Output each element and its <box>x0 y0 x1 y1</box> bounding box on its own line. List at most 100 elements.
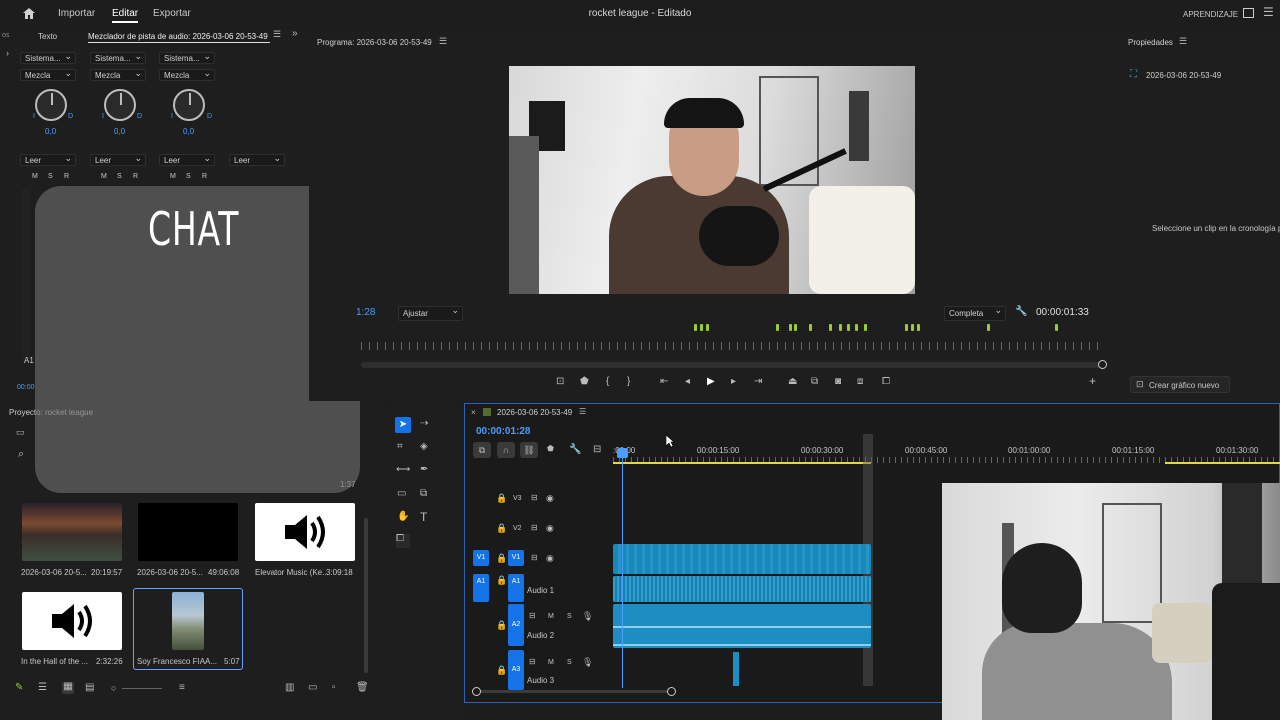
sync-lock-icon[interactable]: ⊟ <box>531 554 538 562</box>
sync-lock-icon[interactable]: ⊟ <box>529 612 536 620</box>
wrench-icon[interactable]: 🔧 <box>569 445 581 455</box>
clip-a3[interactable] <box>733 652 739 686</box>
panel-menu-icon[interactable]: ☰ <box>439 37 447 46</box>
automate-icon[interactable]: ▥ <box>285 683 294 693</box>
clip-v1[interactable] <box>613 544 871 574</box>
record-button-1[interactable]: R <box>64 173 69 180</box>
ripple-edit-icon[interactable]: ⌗ <box>397 442 403 452</box>
lock-icon[interactable]: 🔒 <box>496 494 507 503</box>
sort-icon[interactable]: ≡ <box>179 683 185 693</box>
project-item-thumbnail-3[interactable] <box>255 503 355 561</box>
project-item-thumbnail-1[interactable] <box>22 503 122 561</box>
compare-icon[interactable]: ⧈ <box>857 377 863 387</box>
panel-menu-icon[interactable]: ☰ <box>1179 37 1187 46</box>
linked-selection-icon[interactable]: ⛓ <box>520 442 538 458</box>
auto-reframe-icon[interactable]: ⧠ <box>396 534 410 548</box>
chevron-right-double-icon[interactable]: » <box>292 29 298 39</box>
lock-icon[interactable]: 🔒 <box>496 554 507 563</box>
sistema-dropdown-2[interactable]: Sistema... <box>90 52 146 64</box>
multicam-icon[interactable]: ⧠ <box>882 377 890 387</box>
menu-importar[interactable]: Importar <box>58 8 95 19</box>
lock-icon[interactable]: 🔒 <box>496 666 507 675</box>
program-ruler[interactable] <box>361 342 1105 350</box>
home-icon[interactable] <box>22 7 36 20</box>
mezcla-dropdown-3[interactable]: Mezcla <box>159 69 215 81</box>
play-icon[interactable]: ▶ <box>707 377 715 387</box>
mezcla-dropdown-2[interactable]: Mezcla <box>90 69 146 81</box>
mute-button-1[interactable]: M <box>32 173 38 180</box>
mute-track-a3[interactable]: M <box>548 659 554 666</box>
program-title[interactable]: Programa: 2026-03-06 20-53-49 <box>317 38 432 47</box>
lock-icon[interactable]: 🔒 <box>496 524 507 533</box>
program-zoom-bar[interactable] <box>361 362 1101 368</box>
sistema-dropdown-3[interactable]: Sistema... <box>159 52 215 64</box>
track-a3-label[interactable]: A3 <box>508 650 524 690</box>
solo-button-1[interactable]: S <box>48 173 53 180</box>
pencil-icon[interactable]: ✎ <box>15 683 23 693</box>
source-patch-v1[interactable]: V1 <box>473 550 489 566</box>
properties-title[interactable]: Propiedades <box>1128 38 1173 47</box>
pan-value-2[interactable]: 0,0 <box>114 127 125 136</box>
track-a2-label[interactable]: A2 <box>508 604 524 646</box>
project-scrollbar[interactable] <box>364 518 368 673</box>
camera-icon[interactable]: ◙ <box>835 377 841 387</box>
list-view-icon[interactable]: ☰ <box>38 683 47 693</box>
marker-icon[interactable]: ⬟ <box>580 377 589 387</box>
ajustar-dropdown[interactable]: Ajustar <box>398 306 463 321</box>
selection-tool-icon[interactable]: ➤ <box>395 417 411 433</box>
sync-lock-icon[interactable]: ⊟ <box>531 524 538 532</box>
slip-tool-icon[interactable]: ⟷ <box>396 465 410 475</box>
icon-view-icon[interactable]: ▦ <box>62 682 74 694</box>
zoom-slider-handle[interactable]: ○ <box>111 684 116 693</box>
source-patch-a1[interactable]: A1 <box>473 574 489 602</box>
rectangle-tool-icon[interactable]: ▭ <box>397 489 406 499</box>
tab-audio-mixer[interactable]: Mezclador de pista de audio: 2026-03-06 … <box>88 32 268 41</box>
menu-editar[interactable]: Editar <box>112 8 139 23</box>
add-button-icon[interactable]: + <box>1089 375 1096 387</box>
project-item-thumbnail-5[interactable] <box>172 592 204 650</box>
mark-out-icon[interactable]: } <box>627 377 630 387</box>
timeline-timecode[interactable]: 00:00:01:28 <box>476 426 530 437</box>
zoom-slider[interactable] <box>122 688 162 689</box>
close-icon[interactable]: × <box>471 409 476 417</box>
leer-dropdown-2[interactable]: Leer <box>90 154 146 166</box>
menu-exportar[interactable]: Exportar <box>153 8 191 19</box>
learn-button[interactable]: APRENDIZAJE <box>1183 10 1238 19</box>
add-marker-icon[interactable]: ⬟ <box>547 445 554 453</box>
pan-value-1[interactable]: 0,0 <box>45 127 56 136</box>
zoom-bar-handle[interactable] <box>1098 360 1107 369</box>
program-time-left[interactable]: 1:28 <box>356 307 375 318</box>
clip-a2[interactable] <box>613 604 871 648</box>
microphone-icon[interactable]: 🎙 <box>582 658 593 667</box>
sistema-dropdown-1[interactable]: Sistema... <box>20 52 76 64</box>
new-item-icon[interactable]: ▫ <box>332 683 336 693</box>
panel-menu-icon[interactable]: ☰ <box>579 408 586 416</box>
pen-tool-icon[interactable]: ✒ <box>420 465 428 475</box>
program-time-right[interactable]: 00:00:01:33 <box>1036 307 1089 318</box>
scrollbar-handle-right[interactable] <box>667 687 676 696</box>
sync-lock-icon[interactable]: ⊟ <box>531 494 538 502</box>
add-marker-icon[interactable]: ⊡ <box>556 377 564 387</box>
lock-icon[interactable]: 🔒 <box>496 576 507 585</box>
track-v1-label[interactable]: V1 <box>508 550 524 566</box>
pan-knob-1[interactable] <box>35 89 67 121</box>
pan-knob-2[interactable] <box>104 89 136 121</box>
tab-texto[interactable]: Texto <box>38 32 57 41</box>
playhead[interactable] <box>622 448 623 688</box>
type-tool-icon[interactable]: T <box>420 511 427 523</box>
program-video-frame[interactable] <box>509 66 915 294</box>
track-a1-label[interactable]: A1 <box>508 574 524 602</box>
mute-track-a2[interactable]: M <box>548 613 554 620</box>
trash-icon[interactable]: 🗑 <box>356 683 369 693</box>
lift-icon[interactable]: ⏏ <box>788 377 797 387</box>
completa-dropdown[interactable]: Completa <box>944 306 1006 321</box>
workspace-icon[interactable] <box>1243 8 1254 18</box>
razor-icon[interactable]: ◈ <box>420 442 428 452</box>
project-item-thumbnail-4[interactable] <box>22 592 122 650</box>
mark-in-icon[interactable]: { <box>606 377 609 387</box>
lock-icon[interactable]: 🔒 <box>496 621 507 630</box>
pan-knob-3[interactable] <box>173 89 205 121</box>
sync-lock-icon[interactable]: ⊟ <box>529 658 536 666</box>
leer-dropdown-3[interactable]: Leer <box>159 154 215 166</box>
search-icon[interactable]: ⌕ <box>18 449 24 460</box>
